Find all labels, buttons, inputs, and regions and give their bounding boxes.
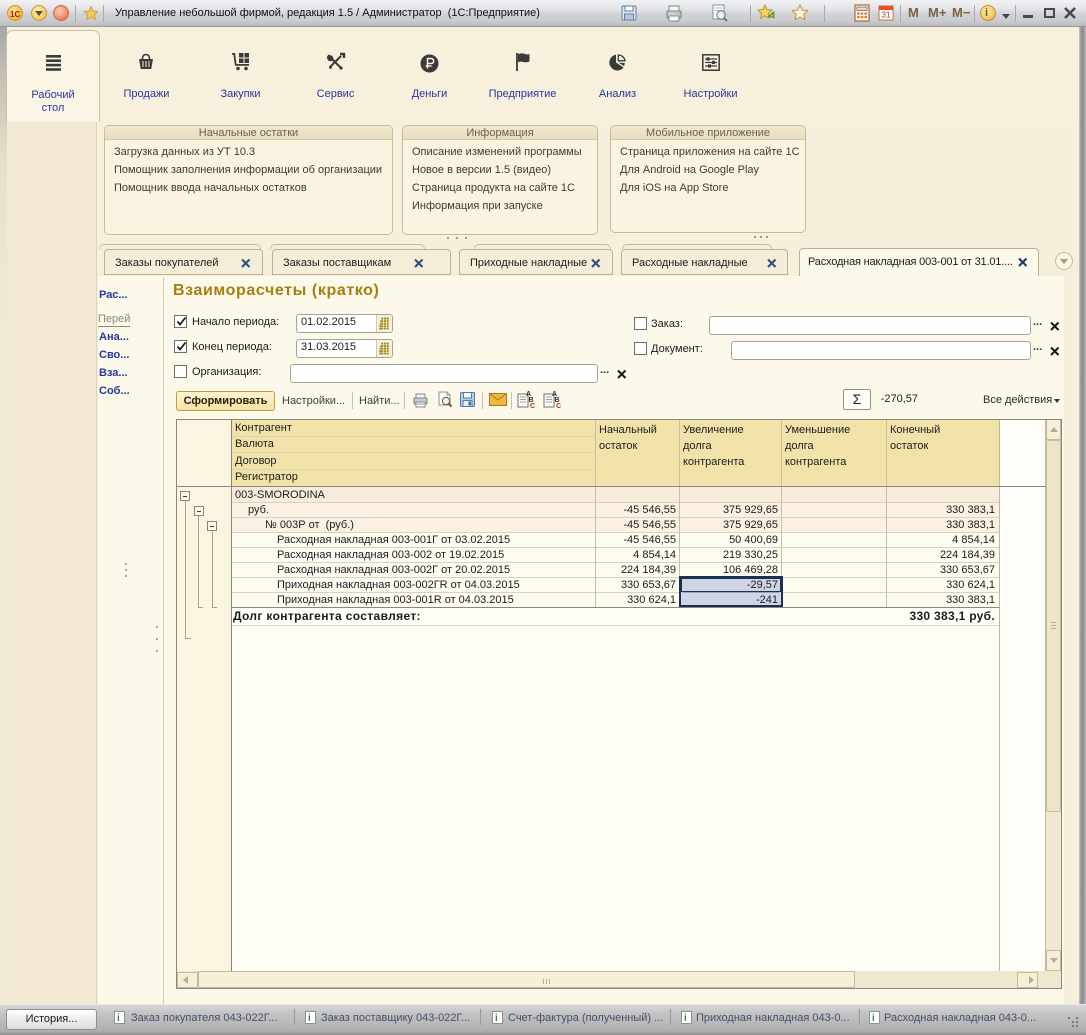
svg-text:C: C: [556, 403, 561, 409]
svg-text:31: 31: [882, 11, 891, 20]
svg-text:C: C: [530, 403, 535, 409]
